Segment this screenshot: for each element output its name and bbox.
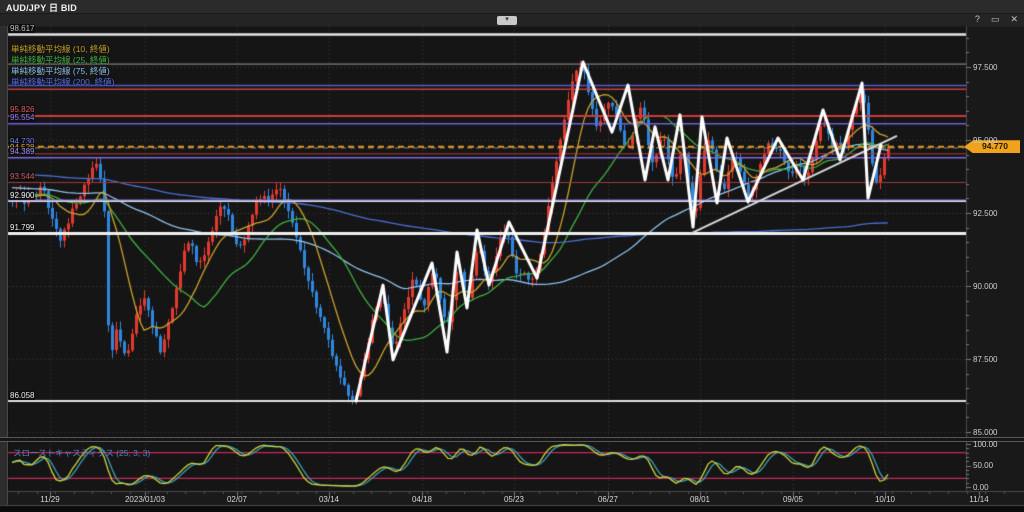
close-button[interactable]: ✕ xyxy=(1010,14,1018,24)
collapse-toolbar-button[interactable]: ▾ xyxy=(497,16,517,25)
help-button[interactable]: ? xyxy=(975,14,980,24)
stoch-axis-label: 0.00 xyxy=(973,483,989,492)
price-level-label: 92.900 xyxy=(9,191,35,200)
stoch-axis-label: 100.00 xyxy=(973,440,997,449)
legend-item-ma200[interactable]: 単純移動平均線 (200, 終値) xyxy=(11,77,114,87)
window-controls: ? ▭ ✕ xyxy=(975,14,1018,24)
price-axis-label: 90.000 xyxy=(973,282,997,291)
chart-title-bar[interactable]: AUD/JPY 日 BID xyxy=(0,0,1024,14)
trading-app-window: AUD/JPY 日 BID ▾ ?▭✕ 単純移動平均線 (10, 終値)単純移動… xyxy=(0,0,1024,512)
maximize-button[interactable]: ▭ xyxy=(991,14,1000,24)
price-level-label: 93.544 xyxy=(9,172,35,181)
price-level-label: 94.389 xyxy=(9,147,35,156)
price-level-label: 86.058 xyxy=(9,391,35,400)
legend-item-ma25[interactable]: 単純移動平均線 (25, 終値) xyxy=(11,55,110,65)
price-axis-label: 97.500 xyxy=(973,63,997,72)
price-level-label: 95.554 xyxy=(9,113,35,122)
stochastics-legend[interactable]: スローストキャスティクス (25, 3, 3) xyxy=(13,447,150,459)
date-axis-label: 02/07 xyxy=(227,495,247,504)
date-axis-label: 03/14 xyxy=(319,495,339,504)
symbol-title: AUD/JPY 日 BID xyxy=(6,1,77,14)
stoch-axis-label: 50.00 xyxy=(973,461,993,470)
date-axis-label: 04/18 xyxy=(412,495,432,504)
date-axis-label: 05/23 xyxy=(504,495,524,504)
date-axis-label: 09/05 xyxy=(783,495,803,504)
legend-item-ma75[interactable]: 単純移動平均線 (75, 終値) xyxy=(11,66,110,76)
date-axis-label: 2023/01/03 xyxy=(125,495,165,504)
date-axis-label: 06/27 xyxy=(598,495,618,504)
left-collapsed-panel-rail[interactable] xyxy=(0,26,8,505)
price-axis-label: 87.500 xyxy=(973,355,997,364)
date-axis-label: 11/29 xyxy=(40,495,59,504)
price-level-label: 98.617 xyxy=(9,24,35,33)
price-axis-label: 85.000 xyxy=(973,428,997,437)
date-axis-label: 08/01 xyxy=(690,495,710,504)
legend-item-ma10[interactable]: 単純移動平均線 (10, 終値) xyxy=(11,44,110,54)
price-axis-label: 95.000 xyxy=(973,136,997,145)
date-axis-label: 11/14 xyxy=(969,495,988,504)
date-axis-label: 10/10 xyxy=(875,495,895,504)
pane-splitter[interactable] xyxy=(0,437,1024,442)
price-chart-canvas[interactable] xyxy=(0,0,1024,512)
price-axis-label: 92.500 xyxy=(973,209,997,218)
price-level-label: 91.799 xyxy=(9,223,35,232)
